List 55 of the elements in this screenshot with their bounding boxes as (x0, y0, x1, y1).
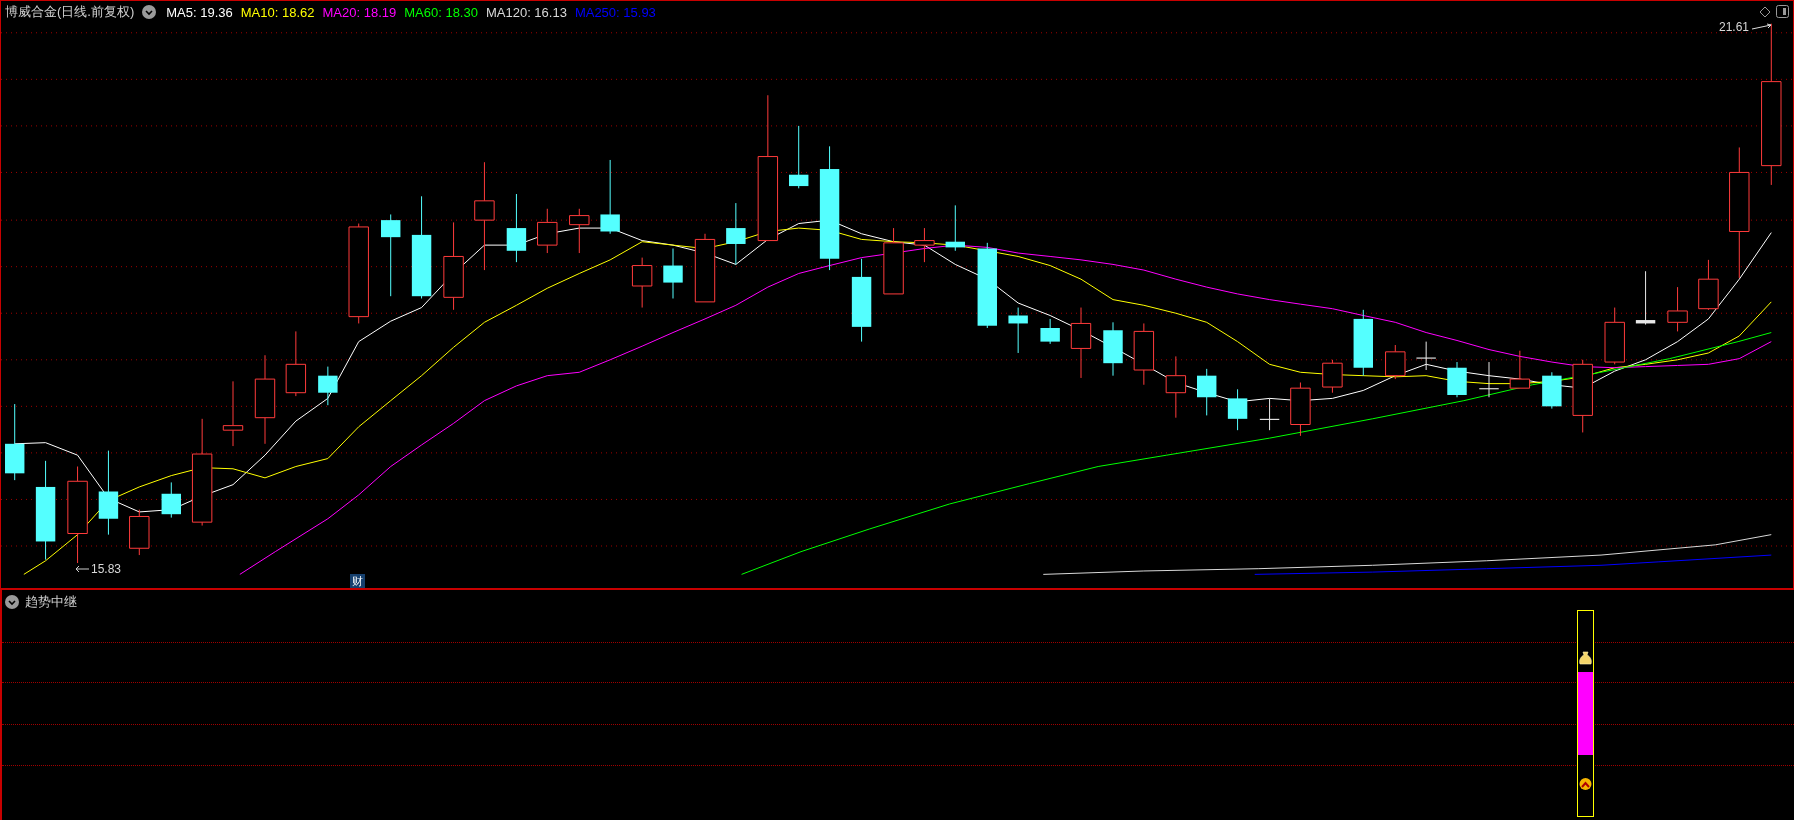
candlestick (1509, 350, 1531, 389)
candlestick (1635, 270, 1656, 326)
moving-average-value: MA250: 15.93 (574, 4, 656, 20)
high-price-label: 21.61 (1718, 20, 1749, 34)
arrow-icon (75, 565, 89, 573)
candlestick (883, 227, 904, 295)
moving-average-value: MA60: 18.30 (404, 4, 478, 20)
candlestick (1259, 397, 1280, 431)
candlestick (506, 193, 527, 263)
candlestick (1197, 368, 1217, 416)
candlestick (1479, 361, 1499, 398)
candlestick (1227, 388, 1248, 431)
indicator-title: 趋势中继 (25, 593, 77, 611)
candlestick (1008, 307, 1028, 354)
candlestick (569, 208, 590, 254)
chevron-down-icon[interactable] (142, 5, 157, 19)
candlestick (914, 227, 935, 263)
candlestick (1290, 382, 1311, 437)
candlestick (318, 366, 338, 406)
chevron-down-icon[interactable] (5, 595, 19, 609)
candlestick (1542, 371, 1562, 410)
candlestick (1667, 286, 1688, 332)
candlestick (1165, 355, 1187, 419)
diamond-icon[interactable] (1759, 6, 1771, 18)
candlestick (161, 481, 181, 519)
low-price-label: 15.83 (91, 562, 122, 576)
candlestick (1353, 309, 1373, 377)
candlestick (631, 257, 653, 309)
candlestick (726, 202, 746, 265)
moving-average-value: MA10: 18.62 (240, 4, 315, 20)
moving-average-value: MA20: 18.19 (322, 4, 397, 20)
candlestick (663, 248, 683, 299)
candlestick (1070, 307, 1092, 379)
candlestick (285, 330, 307, 397)
candlestick (1103, 321, 1123, 377)
candlestick (129, 509, 150, 556)
candlestick (1447, 361, 1467, 398)
panel-toggle-icon[interactable] (1776, 5, 1789, 18)
finance-badge[interactable]: 财 (350, 574, 365, 588)
candlestick (789, 125, 809, 189)
candlestick (1385, 344, 1406, 380)
candlestick (537, 208, 558, 254)
candlestick (945, 204, 965, 252)
moving-average-value: MA5: 19.36 (166, 4, 233, 20)
candlestick (1604, 307, 1625, 365)
candlestick (1698, 259, 1719, 311)
moving-average-value: MA120: 16.13 (485, 4, 567, 20)
candlestick (694, 233, 716, 303)
candlestick (1322, 359, 1343, 394)
arrow-icon (1751, 23, 1773, 31)
stock-title: 博威合金(日线.前复权) (5, 3, 135, 21)
candlestick (1040, 318, 1060, 345)
candlestick (1416, 341, 1436, 371)
candlestick (222, 380, 244, 447)
candlestick (1133, 322, 1155, 386)
